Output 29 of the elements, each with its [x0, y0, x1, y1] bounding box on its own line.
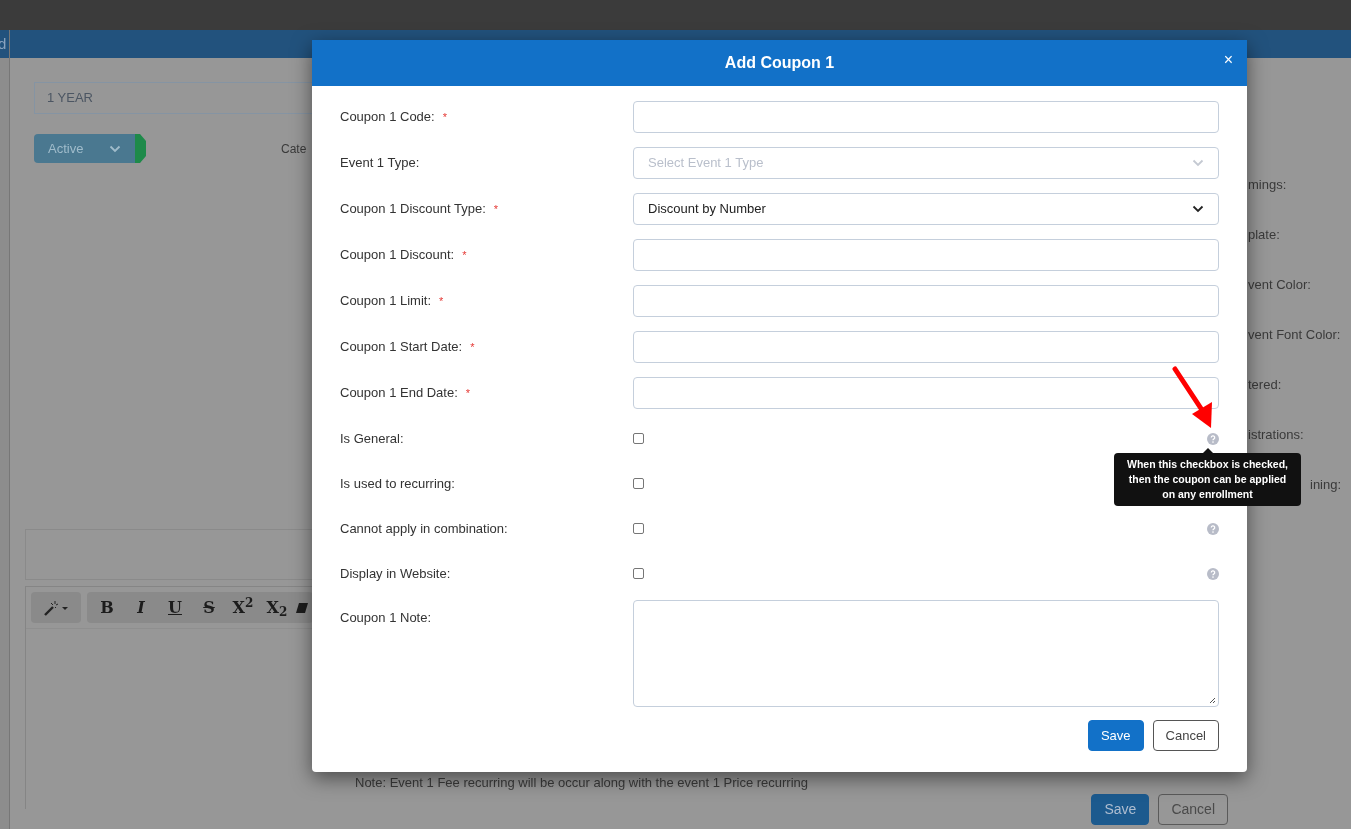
tooltip: When this checkbox is checked, then the coupon can be applied on any enrollment	[1114, 452, 1301, 506]
category-label: Cate	[281, 140, 307, 158]
field-label: tered:	[1248, 376, 1282, 394]
required-mark: *	[462, 247, 467, 263]
field-label: Coupon 1 Discount:	[340, 246, 455, 265]
field-label: Coupon 1 Discount Type:	[340, 200, 486, 219]
field-label: Display in Website:	[340, 564, 451, 583]
field-label: ining:	[1310, 476, 1342, 494]
field-label: vent Font Color:	[1248, 326, 1341, 344]
required-mark: *	[439, 293, 444, 309]
field-label: Coupon 1 Note:	[340, 609, 432, 627]
required-mark: *	[442, 109, 447, 125]
field-label: Is General:	[340, 429, 404, 448]
field-label: Coupon 1 Start Date:	[340, 338, 463, 357]
field-label: Coupon 1 Limit:	[340, 292, 432, 311]
field-label: istrations:	[1248, 426, 1304, 444]
recurring-note: Note: Event 1 Fee recurring will be occur along with the event 1 Price recurring	[355, 774, 809, 792]
field-label: Cannot apply in combination:	[340, 519, 508, 538]
field-label: Event 1 Type:	[340, 154, 420, 173]
field-label: Is used to recurring:	[340, 474, 455, 493]
field-label: Coupon 1 Code:	[340, 108, 435, 127]
field-label: plate:	[1248, 226, 1280, 244]
modal-title: Add Coupon 1	[724, 53, 835, 73]
field-label: mings:	[1248, 176, 1287, 194]
required-mark: *	[465, 385, 471, 401]
required-mark: *	[470, 339, 475, 355]
required-mark: *	[493, 201, 499, 217]
field-label: Coupon 1 End Date:	[340, 384, 458, 403]
field-label: vent Color:	[1248, 276, 1311, 294]
